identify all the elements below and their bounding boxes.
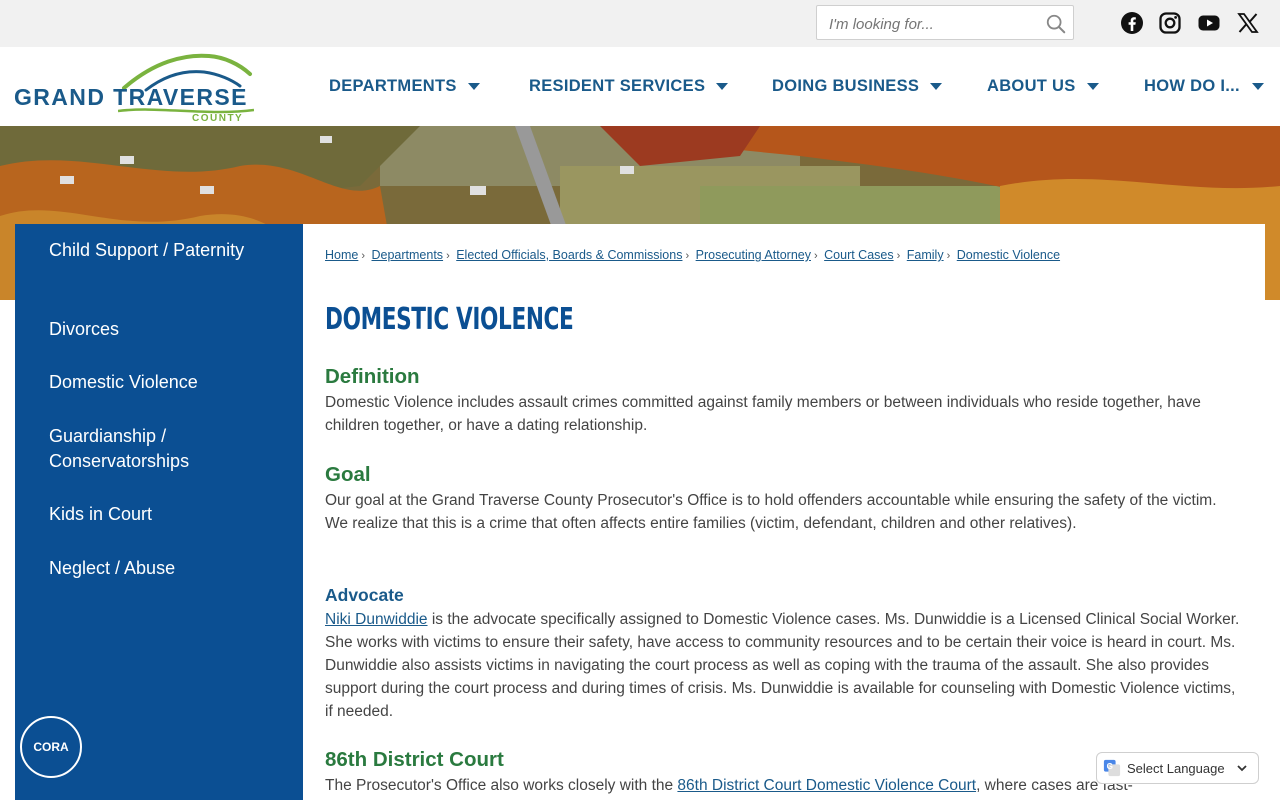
page-title: DOMESTIC VIOLENCE	[325, 302, 574, 337]
nav-label: RESIDENT SERVICES	[529, 76, 706, 95]
site-logo[interactable]: GRAND TRAVERSE COUNTY	[14, 52, 258, 124]
language-select-label: Select Language	[1127, 760, 1225, 776]
breadcrumb-elected-officials[interactable]: Elected Officials, Boards & Commissions	[456, 248, 682, 262]
cora-chat-button[interactable]: CORA	[20, 716, 82, 778]
facebook-icon[interactable]	[1120, 11, 1144, 35]
sidebar-nav: Child Support / Paternity Divorces Domes…	[15, 224, 303, 800]
youtube-icon[interactable]	[1197, 11, 1221, 35]
breadcrumb-separator: ›	[896, 250, 901, 262]
breadcrumb-home[interactable]: Home	[325, 248, 358, 262]
caret-down-icon	[930, 82, 943, 90]
breadcrumb-separator: ›	[813, 250, 818, 262]
breadcrumb-separator: ›	[685, 250, 690, 262]
nav-resident-services[interactable]: RESIDENT SERVICES	[529, 74, 729, 98]
sidebar-item-neglect-abuse[interactable]: Neglect / Abuse	[49, 556, 289, 581]
goal-text: Our goal at the Grand Traverse County Pr…	[325, 492, 1217, 532]
svg-text:G: G	[1107, 762, 1113, 771]
definition-heading: Definition	[325, 365, 420, 388]
breadcrumb-domestic-violence[interactable]: Domestic Violence	[957, 248, 1060, 262]
definition-text: Domestic Violence includes assault crime…	[325, 394, 1201, 434]
caret-down-icon	[467, 82, 480, 90]
language-select[interactable]: G Select Language	[1096, 752, 1259, 784]
breadcrumb-separator: ›	[946, 250, 951, 262]
instagram-icon[interactable]	[1158, 11, 1182, 35]
breadcrumb-prosecuting-attorney[interactable]: Prosecuting Attorney	[696, 248, 811, 262]
search-icon[interactable]	[1045, 13, 1067, 35]
search-input[interactable]	[827, 12, 1041, 36]
sidebar-item-guardianship[interactable]: Guardianship / Conservatorships	[49, 424, 289, 474]
district-court-text: The Prosecutor's Office also works close…	[325, 777, 678, 794]
breadcrumb-departments[interactable]: Departments	[372, 248, 444, 262]
sidebar-item-child-support[interactable]: Child Support / Paternity	[49, 238, 289, 263]
google-translate-icon: G	[1103, 759, 1121, 777]
breadcrumb-court-cases[interactable]: Court Cases	[824, 248, 893, 262]
nav-label: DEPARTMENTS	[329, 76, 457, 95]
breadcrumb-separator: ›	[446, 250, 450, 262]
site-header: GRAND TRAVERSE COUNTY DEPARTMENTS RESIDE…	[0, 47, 1280, 126]
nav-how-do-i[interactable]: HOW DO I...	[1144, 74, 1264, 98]
advocate-text: is the advocate specifically assigned to…	[325, 611, 1240, 720]
nav-label: HOW DO I...	[1144, 76, 1240, 95]
caret-down-icon	[1251, 82, 1264, 90]
main-content: Home › Departments › Elected Officials, Bo…	[303, 224, 1265, 800]
search-box	[816, 5, 1074, 40]
sidebar-item-domestic-violence[interactable]: Domestic Violence	[49, 370, 289, 395]
goal-heading: Goal	[325, 463, 371, 486]
breadcrumb-separator: ›	[361, 250, 366, 262]
district-court-heading: 86th District Court	[325, 748, 504, 771]
nav-label: ABOUT US	[987, 76, 1076, 95]
caret-down-icon	[1086, 82, 1099, 90]
x-icon[interactable]	[1236, 11, 1260, 35]
advocate-heading: Advocate	[325, 585, 404, 605]
nav-doing-business[interactable]: DOING BUSINESS	[772, 74, 943, 98]
breadcrumb: Home › Departments › Elected Officials, Bo…	[325, 248, 1060, 262]
logo-word-grand: GRAND	[14, 84, 106, 110]
chevron-down-icon	[1237, 765, 1247, 772]
nav-about-us[interactable]: ABOUT US	[987, 74, 1099, 98]
logo-subtitle: COUNTY	[192, 113, 244, 124]
advocate-paragraph: Niki Dunwiddie is the advocate specifica…	[325, 608, 1241, 723]
nav-departments[interactable]: DEPARTMENTS	[329, 74, 480, 98]
district-court-link[interactable]: 86th District Court Domestic Violence Co…	[677, 777, 976, 794]
utility-bar	[0, 0, 1280, 47]
nav-label: DOING BUSINESS	[772, 76, 920, 95]
sidebar-item-divorces[interactable]: Divorces	[49, 317, 289, 342]
advocate-name-link[interactable]: Niki Dunwiddie	[325, 611, 428, 628]
caret-down-icon	[716, 82, 729, 90]
breadcrumb-family[interactable]: Family	[907, 248, 944, 262]
sidebar-item-kids-in-court[interactable]: Kids in Court	[49, 502, 289, 527]
